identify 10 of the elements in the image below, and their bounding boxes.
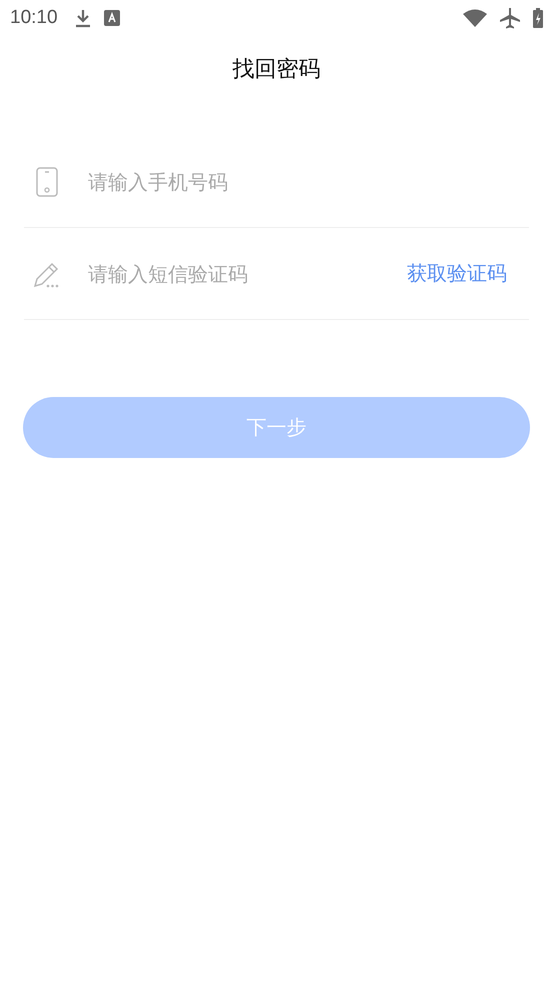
- status-time: 10:10: [10, 7, 58, 29]
- keyboard-icon: [104, 10, 120, 26]
- input-field[interactable]: 请输入手机号码: [86, 168, 529, 194]
- input-field[interactable]: 请输入短信验证码: [86, 260, 407, 286]
- airplane-icon: [499, 7, 521, 29]
- download-icon: [74, 8, 92, 28]
- get-code-link[interactable]: 获取验证码: [407, 260, 507, 287]
- battery-icon: [533, 8, 543, 28]
- page-title: 找回密码: [232, 56, 322, 84]
- wifi-icon: [463, 9, 487, 27]
